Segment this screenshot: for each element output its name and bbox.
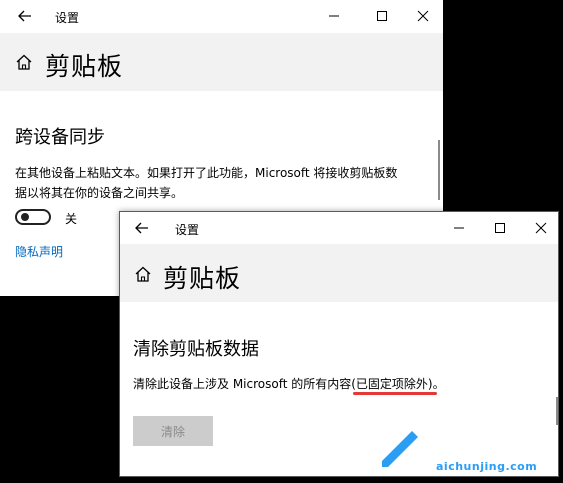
page-title: 剪贴板 — [163, 264, 242, 293]
close-button[interactable] — [413, 6, 433, 26]
home-icon[interactable] — [134, 265, 152, 283]
close-icon — [417, 10, 429, 22]
toggle-knob — [21, 213, 29, 221]
description-line: 在其他设备上粘贴文本。如果打开了此功能，Microsoft 将接收剪贴板数 — [15, 166, 398, 180]
maximize-icon — [495, 223, 505, 233]
back-arrow-icon — [135, 222, 148, 234]
description-line: 据以将其在你的设备之间共享。 — [15, 186, 184, 200]
section-description: 清除此设备上涉及 Microsoft 的所有内容(已固定项除外)。 — [133, 374, 445, 394]
title-bar: 设置 — [120, 212, 558, 245]
section-description: 在其他设备上粘贴文本。如果打开了此功能，Microsoft 将接收剪贴板数 据以… — [15, 163, 397, 203]
watermark-logo-icon — [364, 423, 428, 479]
privacy-statement-link[interactable]: 隐私声明 — [15, 243, 63, 260]
description-text: 清除此设备上涉及 Microsoft 的所有内容 — [133, 377, 352, 391]
home-icon[interactable] — [15, 53, 33, 71]
red-highlight-underline — [353, 392, 437, 395]
window-title: 设置 — [55, 11, 80, 25]
minimize-icon — [454, 227, 464, 229]
back-button[interactable] — [16, 7, 34, 25]
pinned-exception-text: (已固定项除外) — [351, 377, 433, 391]
minimize-button[interactable] — [324, 6, 344, 26]
site-watermark: 爱纯净 aichunjing.com — [364, 423, 560, 479]
back-arrow-icon — [18, 10, 31, 22]
clear-button[interactable]: 清除 — [133, 416, 213, 446]
scrollbar[interactable] — [438, 140, 440, 200]
back-button[interactable] — [133, 219, 151, 237]
minimize-button[interactable] — [449, 218, 469, 238]
toggle-state-label: 关 — [65, 212, 78, 226]
maximize-button[interactable] — [372, 6, 392, 26]
maximize-icon — [377, 11, 387, 21]
maximize-button[interactable] — [490, 218, 510, 238]
page-title: 剪贴板 — [45, 52, 124, 81]
close-button[interactable] — [531, 218, 551, 238]
watermark-url: aichunjing.com — [436, 460, 538, 473]
title-bar: 设置 — [0, 0, 443, 33]
description-period: 。 — [432, 377, 445, 391]
page-header: 剪贴板 — [120, 244, 558, 302]
close-icon — [535, 222, 547, 234]
section-title: 跨设备同步 — [15, 127, 105, 148]
scrollbar[interactable] — [556, 397, 558, 425]
minimize-icon — [329, 15, 339, 17]
window-title: 设置 — [175, 223, 200, 237]
sync-toggle[interactable] — [15, 209, 51, 225]
section-title: 清除剪贴板数据 — [133, 339, 259, 360]
page-header: 剪贴板 — [0, 33, 443, 91]
